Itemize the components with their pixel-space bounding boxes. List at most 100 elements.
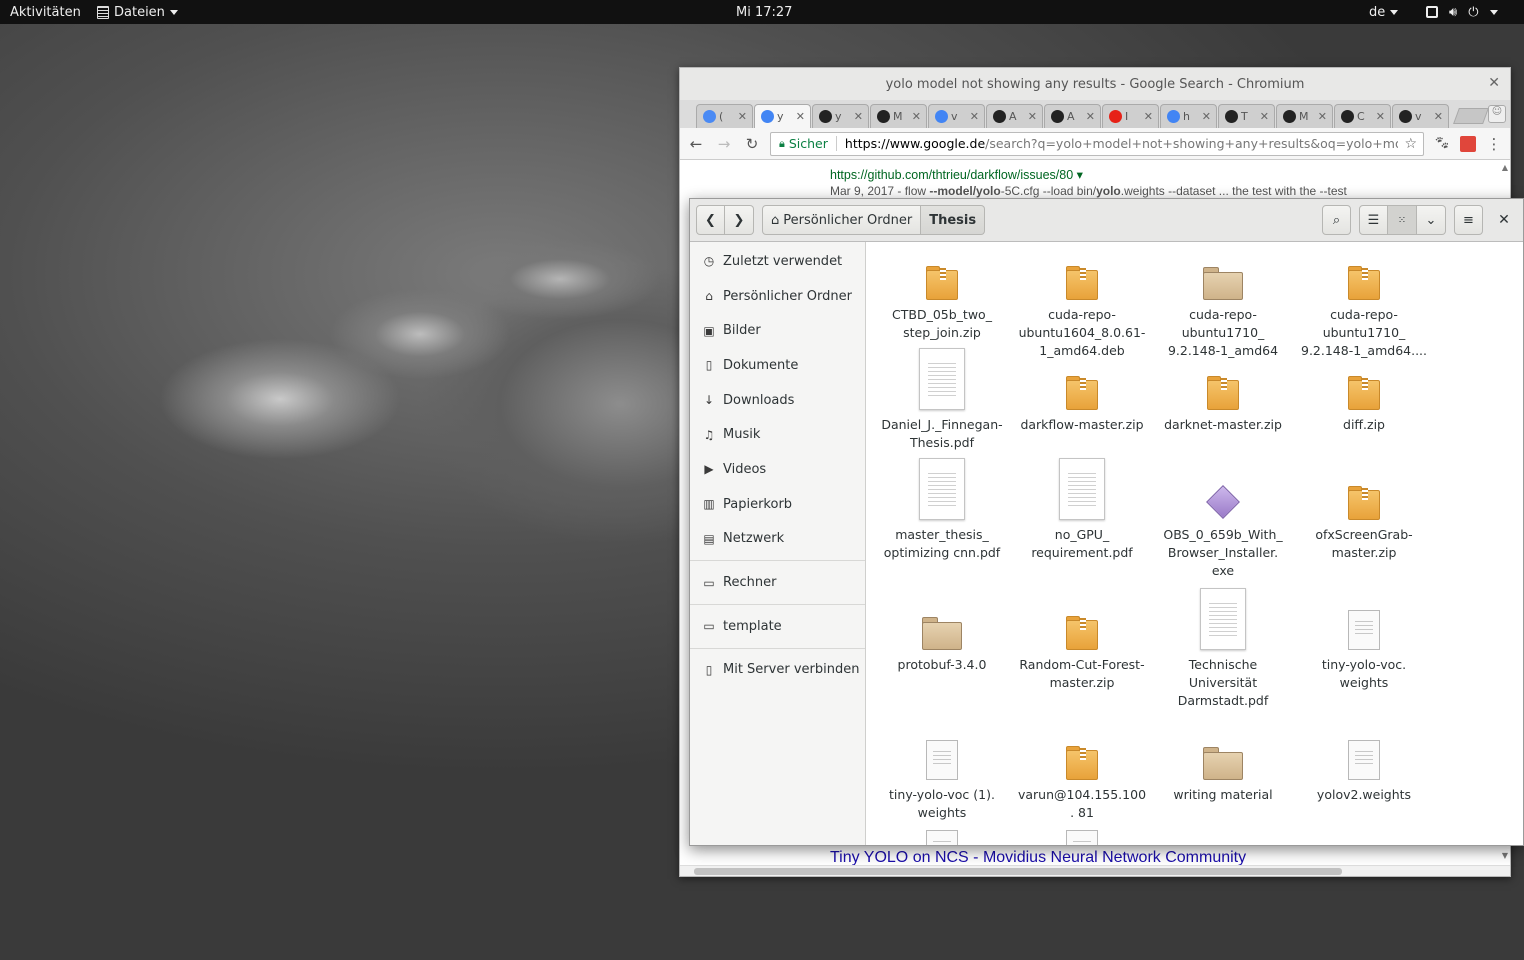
sidebar-item[interactable]: ▭ template <box>690 609 865 644</box>
browser-tab[interactable]: C ✕ <box>1334 104 1391 128</box>
file-item[interactable]: tiny-yolo-voc. weights <box>1298 600 1430 692</box>
file-item[interactable]: ofxScreenGrab- master.zip <box>1298 470 1430 562</box>
file-item[interactable]: varun@104.155.100. 81 <box>1016 730 1148 822</box>
view-options-button[interactable]: ⌄ <box>1417 205 1446 235</box>
menu-kebab-icon[interactable]: ⋮ <box>1484 134 1504 154</box>
browser-tab[interactable]: v ✕ <box>928 104 985 128</box>
tab-close-icon[interactable]: ✕ <box>1086 110 1095 123</box>
sidebar-item[interactable]: ▯ Dokumente <box>690 348 865 383</box>
file-item[interactable]: Random-Cut-Forest- master.zip <box>1016 600 1148 692</box>
file-item[interactable]: yolov2.weights <box>1298 730 1430 804</box>
sidebar-item[interactable]: ▶ Videos <box>690 452 865 487</box>
path-home-button[interactable]: ⌂ Persönlicher Ordner <box>762 205 922 235</box>
path-thesis-button[interactable]: Thesis <box>921 205 986 235</box>
file-item[interactable]: OBS_0_659b_With_ Browser_Installer. exe <box>1157 470 1289 580</box>
file-item[interactable]: master_thesis_ optimizing cnn.pdf <box>876 456 1008 562</box>
browser-tab[interactable]: (✕ <box>696 104 753 128</box>
tab-close-icon[interactable]: ✕ <box>854 110 863 123</box>
file-item[interactable] <box>876 820 1008 845</box>
file-item[interactable]: writing material <box>1157 730 1289 804</box>
reload-icon[interactable]: ↻ <box>742 134 762 154</box>
browser-tab[interactable]: A ✕ <box>1044 104 1101 128</box>
activities-button[interactable]: Aktivitäten <box>10 0 81 24</box>
scroll-down-icon[interactable]: ▼ <box>1502 851 1508 860</box>
tab-close-icon[interactable]: ✕ <box>1144 110 1153 123</box>
tab-close-icon[interactable]: ✕ <box>1260 110 1269 123</box>
language-button[interactable]: de <box>1369 0 1399 24</box>
sidebar-item-label: Persönlicher Ordner <box>723 288 852 304</box>
browser-tab[interactable]: A ✕ <box>986 104 1043 128</box>
tab-close-icon[interactable]: ✕ <box>1434 110 1443 123</box>
sidebar-item-label: Zuletzt verwendet <box>723 253 843 269</box>
sidebar-item[interactable]: ▯ Mit Server verbinden <box>690 653 865 688</box>
scrollbar-thumb[interactable] <box>694 868 1342 875</box>
tab-close-icon[interactable]: ✕ <box>1028 110 1037 123</box>
clock-button[interactable]: Mi 17:27 <box>736 0 792 24</box>
document-icon <box>926 740 958 780</box>
browser-tab[interactable]: I ✕ <box>1102 104 1159 128</box>
file-icon-box <box>1203 250 1243 300</box>
file-item[interactable]: Daniel_J._Finnegan- Thesis.pdf <box>876 346 1008 452</box>
browser-tab[interactable]: M ✕ <box>1276 104 1333 128</box>
file-item[interactable]: diff.zip <box>1298 360 1430 434</box>
tab-close-icon[interactable]: ✕ <box>796 110 805 123</box>
file-item[interactable]: darkflow-master.zip <box>1016 360 1148 434</box>
file-item[interactable]: CTBD_05b_two_ step_join.zip <box>876 250 1008 342</box>
browser-tab[interactable]: v ✕ <box>1392 104 1449 128</box>
browser-tab[interactable]: y ✕ <box>812 104 869 128</box>
sidebar-item[interactable]: ▤ Netzwerk <box>690 522 865 557</box>
sidebar-item[interactable]: ▭ Rechner <box>690 565 865 600</box>
menu-button[interactable]: ≡ <box>1454 205 1483 235</box>
close-icon[interactable]: ✕ <box>1488 75 1500 91</box>
system-menu-button[interactable]: 🔊︎ ⏻ <box>1426 0 1498 24</box>
browser-tab[interactable]: h ✕ <box>1160 104 1217 128</box>
horizontal-scrollbar[interactable] <box>680 865 1510 876</box>
app-menu-button[interactable]: Dateien <box>97 0 178 24</box>
tab-close-icon[interactable]: ✕ <box>970 110 979 123</box>
close-button[interactable]: ✕ <box>1491 207 1517 233</box>
file-icon-box <box>1066 820 1098 845</box>
bookmark-star-icon[interactable]: ☆ <box>1404 136 1417 152</box>
back-button[interactable]: ❮ <box>696 205 725 235</box>
address-bar[interactable]: 🔒︎ Sicher https://www.google.de/search?q… <box>770 131 1424 156</box>
video-icon: ▶ <box>704 462 714 477</box>
browser-tab[interactable]: M ✕ <box>870 104 927 128</box>
sidebar-item[interactable]: ▥ Papierkorb <box>690 487 865 522</box>
tab-close-icon[interactable]: ✕ <box>1376 110 1385 123</box>
file-item[interactable]: Technische Universität Darmstadt.pdf <box>1157 586 1289 710</box>
sidebar-item[interactable]: ▣ Bilder <box>690 313 865 348</box>
file-name: yolov2.weights <box>1316 787 1412 802</box>
file-item[interactable]: cuda-repo- ubuntu1710_ 9.2.148-1_amd64 <box>1157 250 1289 360</box>
scroll-up-icon[interactable]: ▲ <box>1502 163 1508 172</box>
sidebar-item-label: Rechner <box>723 575 777 591</box>
back-icon[interactable]: ← <box>686 134 706 154</box>
grid-view-button[interactable]: ⁙ <box>1388 205 1417 235</box>
file-item[interactable]: cuda-repo- ubuntu1710_ 9.2.148-1_amd64..… <box>1298 250 1430 360</box>
file-item[interactable]: protobuf-3.4.0 <box>876 600 1008 674</box>
forward-icon[interactable]: → <box>714 134 734 154</box>
tab-close-icon[interactable]: ✕ <box>1202 110 1211 123</box>
browser-tab[interactable]: T ✕ <box>1218 104 1275 128</box>
browser-tab[interactable]: y ✕ <box>754 104 811 128</box>
file-item[interactable]: tiny-yolo-voc (1). weights <box>876 730 1008 822</box>
forward-button[interactable]: ❯ <box>725 205 754 235</box>
extension-red-icon[interactable] <box>1460 135 1476 152</box>
profile-icon[interactable]: ☺ <box>1488 105 1506 123</box>
sidebar-item[interactable]: ◷ Zuletzt verwendet <box>690 244 865 279</box>
list-view-button[interactable]: ☰ <box>1359 205 1388 235</box>
extension-icon[interactable]: 🐾︎ <box>1432 134 1452 154</box>
search-button[interactable]: ⌕ <box>1322 205 1351 235</box>
file-item[interactable]: no_GPU_ requirement.pdf <box>1016 456 1148 562</box>
url-text[interactable]: https://www.google.de/search?q=yolo+mode… <box>845 136 1399 151</box>
search-result-url[interactable]: https://github.com/thtrieu/darkflow/issu… <box>830 167 1083 182</box>
sidebar-item[interactable]: ⌂ Persönlicher Ordner <box>690 279 865 314</box>
sidebar-item[interactable]: ↓ Downloads <box>690 383 865 418</box>
tab-close-icon[interactable]: ✕ <box>738 110 747 123</box>
file-item[interactable]: cuda-repo- ubuntu1604_8.0.61- 1_amd64.de… <box>1016 250 1148 360</box>
file-item[interactable]: darknet-master.zip <box>1157 360 1289 434</box>
tab-close-icon[interactable]: ✕ <box>912 110 921 123</box>
new-tab-button[interactable] <box>1453 108 1489 124</box>
file-item[interactable] <box>1016 820 1148 845</box>
tab-close-icon[interactable]: ✕ <box>1318 110 1327 123</box>
sidebar-item[interactable]: ♫ Musik <box>690 417 865 452</box>
